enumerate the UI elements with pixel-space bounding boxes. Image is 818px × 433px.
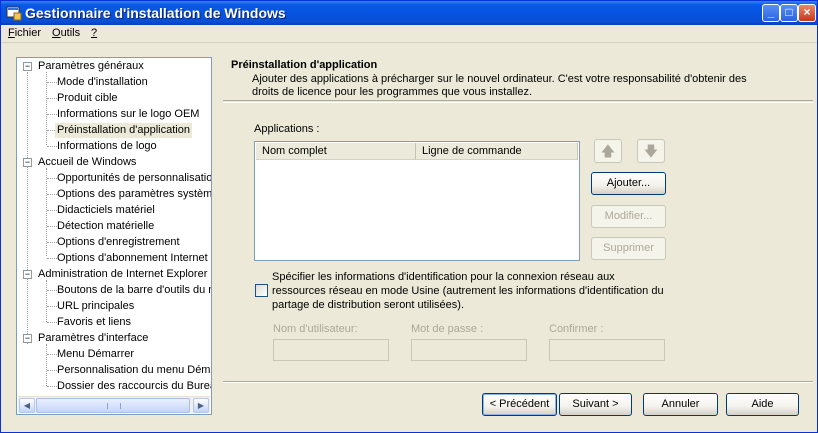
- page-header: Préinstallation d'application Ajouter de…: [223, 57, 813, 101]
- tree-group-welcome[interactable]: Accueil de Windows: [38, 155, 136, 170]
- tree-item-internet-sub[interactable]: Options d'abonnement Internet: [57, 251, 208, 266]
- tree-item-main-urls[interactable]: URL principales: [57, 299, 134, 314]
- tree-item-start-menu-custom[interactable]: Personnalisation du menu Démarrer: [57, 363, 211, 378]
- back-button[interactable]: < Précédent: [482, 393, 557, 416]
- password-label: Mot de passe :: [411, 323, 484, 335]
- maximize-button[interactable]: □: [780, 4, 798, 22]
- credentials-checkbox-label[interactable]: Spécifier les informations d'identificat…: [272, 270, 664, 312]
- password-field[interactable]: [411, 339, 527, 361]
- tree-collapse-icon[interactable]: −: [23, 270, 32, 279]
- applications-label: Applications :: [254, 123, 320, 135]
- help-button[interactable]: Aide: [726, 393, 799, 416]
- username-label: Nom d'utilisateur:: [273, 323, 358, 335]
- tree-item-registration[interactable]: Options d'enregistrement: [57, 235, 180, 250]
- confirm-field[interactable]: [549, 339, 665, 361]
- tree-collapse-icon[interactable]: −: [23, 62, 32, 71]
- menu-aide[interactable]: ?: [91, 27, 97, 39]
- credentials-checkbox[interactable]: [255, 284, 268, 297]
- tree-item-install-mode[interactable]: Mode d'installation: [57, 75, 148, 90]
- page-title: Préinstallation d'application: [231, 59, 378, 71]
- tree-collapse-icon[interactable]: −: [23, 334, 32, 343]
- delete-button[interactable]: Supprimer: [591, 237, 666, 260]
- confirm-label: Confirmer :: [549, 323, 604, 335]
- column-header-command-line[interactable]: Ligne de commande: [416, 143, 578, 160]
- add-button[interactable]: Ajouter...: [591, 172, 666, 195]
- page-description: Ajouter des applications à précharger su…: [252, 73, 747, 98]
- close-button[interactable]: ×: [798, 4, 816, 22]
- tree-item-target-product[interactable]: Produit cible: [57, 91, 118, 106]
- move-up-button[interactable]: 🡅: [594, 139, 622, 163]
- arrow-up-icon: 🡅: [600, 143, 616, 159]
- username-field[interactable]: [273, 339, 389, 361]
- minimize-button[interactable]: _: [762, 4, 780, 22]
- menu-bar: Fichier Outils ?: [1, 25, 817, 43]
- tree-group-general[interactable]: Paramètres généraux: [38, 59, 144, 74]
- move-down-button[interactable]: 🡇: [637, 139, 665, 163]
- column-header-full-name[interactable]: Nom complet: [256, 143, 416, 160]
- tree-group-ie-admin[interactable]: Administration de Internet Explorer: [38, 267, 207, 282]
- title-bar[interactable]: Gestionnaire d'installation de Windows _…: [1, 1, 817, 25]
- tree-horizontal-scrollbar[interactable]: ◀ ▶: [18, 396, 210, 413]
- menu-fichier[interactable]: Fichier: [8, 27, 41, 39]
- tree-group-interface[interactable]: Paramètres d'interface: [38, 331, 148, 346]
- cancel-button[interactable]: Annuler: [643, 393, 718, 416]
- tree-item-system-settings[interactable]: Options des paramètres système: [57, 187, 211, 202]
- menu-outils[interactable]: Outils: [52, 27, 80, 39]
- applications-list[interactable]: Nom complet Ligne de commande: [254, 141, 580, 261]
- window-title: Gestionnaire d'installation de Windows: [25, 5, 286, 21]
- tree-item-start-menu[interactable]: Menu Démarrer: [57, 347, 134, 362]
- setup-manager-window: Gestionnaire d'installation de Windows _…: [0, 0, 818, 433]
- tree-item-desktop-shortcuts[interactable]: Dossier des raccourcis du Bureau: [57, 379, 211, 394]
- tree-item-favorites[interactable]: Favoris et liens: [57, 315, 131, 330]
- navigation-tree[interactable]: − Paramètres généraux Mode d'installatio…: [16, 57, 212, 415]
- next-button[interactable]: Suivant >: [559, 393, 632, 416]
- tree-item-hw-tutorials[interactable]: Didacticiels matériel: [57, 203, 155, 218]
- tree-item-oem-logo[interactable]: Informations sur le logo OEM: [57, 107, 199, 122]
- scroll-right-icon[interactable]: ▶: [193, 398, 209, 413]
- scroll-thumb[interactable]: [36, 398, 190, 413]
- arrow-down-icon: 🡇: [643, 143, 659, 159]
- tree-item-logo-info[interactable]: Informations de logo: [57, 139, 157, 154]
- window-setup-icon: [6, 6, 22, 21]
- tree-collapse-icon[interactable]: −: [23, 158, 32, 167]
- modify-button[interactable]: Modifier...: [591, 205, 666, 228]
- tree-item-toolbar-buttons[interactable]: Boutons de la barre d'outils du navigate…: [57, 283, 211, 298]
- tree-item-app-preinstall[interactable]: Préinstallation d'application: [55, 123, 192, 138]
- tree-item-hw-detection[interactable]: Détection matérielle: [57, 219, 154, 234]
- tree-item-customization[interactable]: Opportunités de personnalisation: [57, 171, 211, 186]
- scroll-left-icon[interactable]: ◀: [19, 398, 35, 413]
